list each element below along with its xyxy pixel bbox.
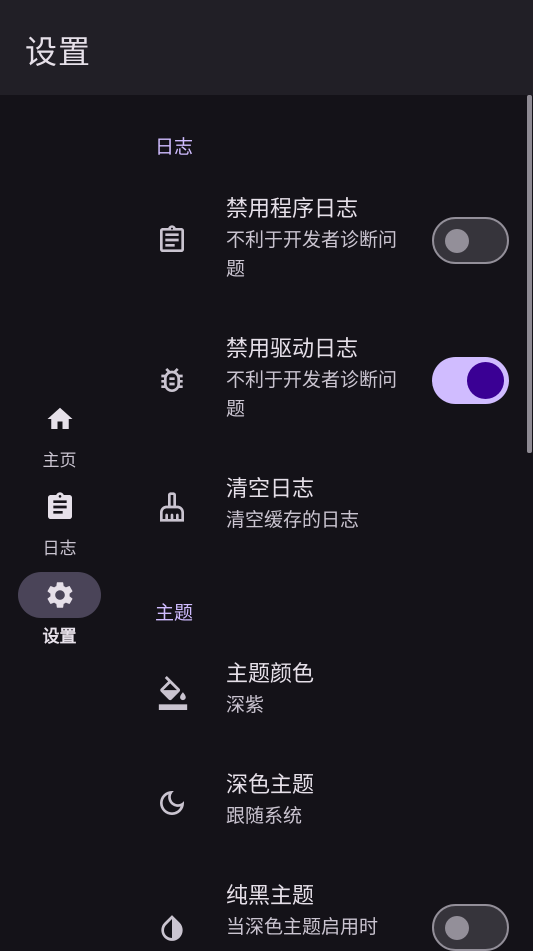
setting-title: 主题颜色 xyxy=(226,662,315,687)
setting-pure-black[interactable]: 纯黑主题 当深色主题启用时 xyxy=(0,882,527,951)
setting-disable-driver-log[interactable]: 禁用驱动日志 不利于开发者诊断问题 xyxy=(0,335,527,440)
setting-subtitle: 跟随系统 xyxy=(226,805,303,827)
setting-subtitle: 清空缓存的日志 xyxy=(226,509,360,531)
setting-clear-log[interactable]: 清空日志 清空缓存的日志 xyxy=(0,475,527,550)
setting-subtitle: 不利于开发者诊断问题 xyxy=(226,369,398,420)
setting-title: 纯黑主题 xyxy=(226,884,315,909)
setting-title: 清空日志 xyxy=(226,477,315,502)
setting-theme-color[interactable]: 主题颜色 深紫 xyxy=(0,660,527,735)
setting-subtitle: 当深色主题启用时 xyxy=(226,916,379,938)
section-header-theme: 主题 xyxy=(155,602,194,624)
top-app-bar: 设置 xyxy=(0,0,533,95)
nav-item-settings[interactable]: 设置 xyxy=(18,572,101,647)
setting-subtitle: 深紫 xyxy=(226,694,265,716)
pure-black-switch[interactable] xyxy=(432,904,509,951)
setting-title: 深色主题 xyxy=(226,773,315,798)
setting-dark-theme[interactable]: 深色主题 跟随系统 xyxy=(0,771,527,846)
moon-icon xyxy=(156,787,188,819)
section-header-log: 日志 xyxy=(155,136,194,158)
clipboard-outline-icon xyxy=(156,224,188,256)
nav-item-label: 主页 xyxy=(42,451,77,471)
bug-icon xyxy=(156,364,188,396)
setting-title: 禁用程序日志 xyxy=(226,197,359,222)
page-title: 设置 xyxy=(25,33,92,71)
scrollbar[interactable] xyxy=(527,95,532,453)
nav-item-label: 设置 xyxy=(42,627,77,647)
setting-title: 禁用驱动日志 xyxy=(226,337,359,362)
disable-app-log-switch[interactable] xyxy=(432,217,509,264)
contrast-drop-icon xyxy=(156,912,188,944)
format-color-fill-icon xyxy=(156,676,188,710)
broom-icon xyxy=(156,491,188,523)
setting-disable-app-log[interactable]: 禁用程序日志 不利于开发者诊断问题 xyxy=(0,195,527,300)
disable-driver-log-switch[interactable] xyxy=(432,357,509,404)
gear-icon xyxy=(18,572,101,618)
setting-subtitle: 不利于开发者诊断问题 xyxy=(226,229,398,280)
